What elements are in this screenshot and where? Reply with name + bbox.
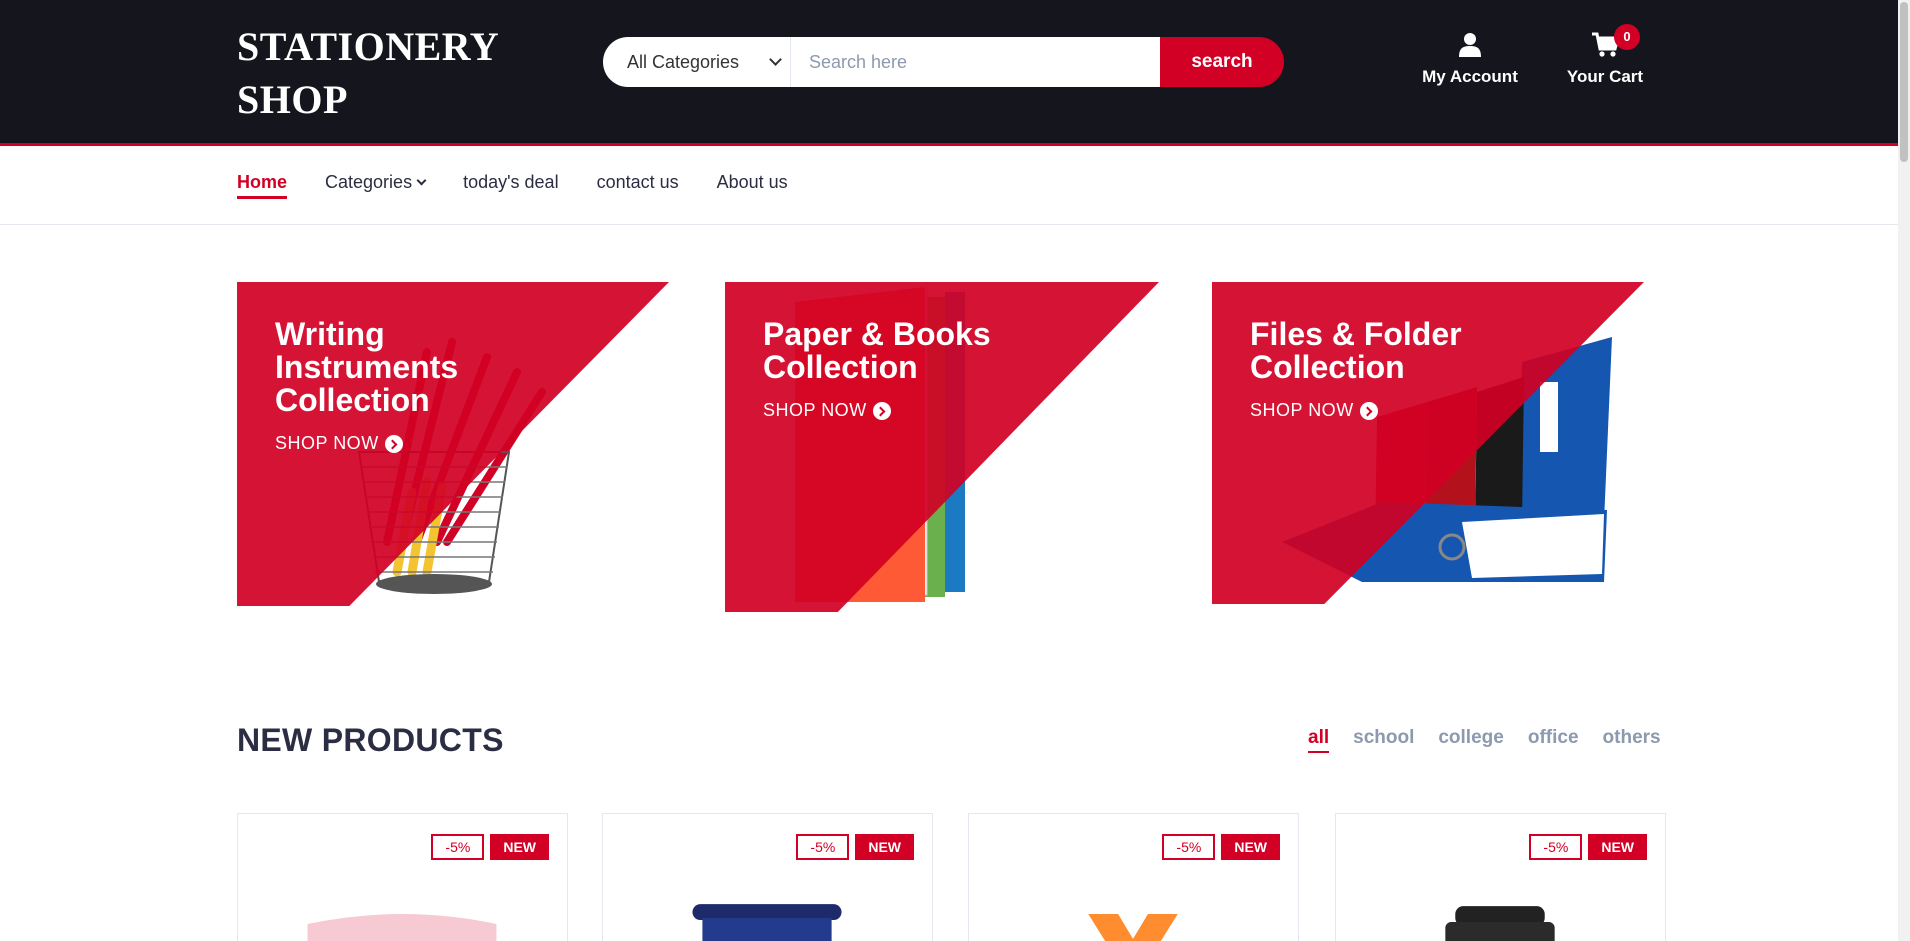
product-card[interactable]: -5% NEW xyxy=(1335,813,1666,941)
your-cart-label: Your Cart xyxy=(1566,67,1644,86)
product-card[interactable]: -5% NEW xyxy=(237,813,568,941)
collection-title: Paper & Books Collection xyxy=(763,316,991,385)
tab-college[interactable]: college xyxy=(1438,727,1503,753)
product-filter-tabs: all school college office others xyxy=(1308,727,1661,753)
arrow-right-icon xyxy=(1359,401,1378,420)
product-image xyxy=(1445,906,1555,941)
shop-now-link[interactable]: SHOP NOW xyxy=(763,400,1023,421)
product-card[interactable]: -5% NEW xyxy=(602,813,933,941)
product-image xyxy=(1088,914,1178,941)
tab-school[interactable]: school xyxy=(1353,727,1414,753)
collection-paper-books[interactable]: Paper & Books Collection SHOP NOW xyxy=(725,282,1159,612)
arrow-right-icon xyxy=(872,401,891,420)
collection-title: Files & Folder Collection xyxy=(1250,316,1462,385)
search-bar: All Categories search xyxy=(603,37,1284,87)
collection-writing-instruments[interactable]: Writing Instruments Collection SHOP NOW xyxy=(237,282,669,606)
scrollbar-thumb[interactable] xyxy=(1900,2,1908,162)
shop-now-link[interactable]: SHOP NOW xyxy=(1250,400,1510,421)
nav-item-contact-us[interactable]: contact us xyxy=(597,172,679,199)
collection-files-folder[interactable]: Files & Folder Collection SHOP NOW xyxy=(1212,282,1644,604)
nav-item-about-us[interactable]: About us xyxy=(717,172,788,199)
new-label: NEW xyxy=(490,834,549,860)
logo[interactable]: STATIONERY SHOP xyxy=(237,20,500,126)
logo-line-1: STATIONERY xyxy=(237,24,500,69)
main-navigation: Home Categories today's deal contact us … xyxy=(0,146,1898,225)
new-label: NEW xyxy=(1588,834,1647,860)
cart-count-badge: 0 xyxy=(1614,24,1640,50)
tab-office[interactable]: office xyxy=(1528,727,1579,753)
shop-now-link[interactable]: SHOP NOW xyxy=(275,433,535,454)
page-scrollbar[interactable] xyxy=(1898,0,1910,941)
sale-label: -5% xyxy=(1162,834,1216,860)
product-card[interactable]: -5% NEW xyxy=(968,813,1299,941)
chevron-down-icon xyxy=(416,175,427,186)
collection-title: Writing Instruments Collection xyxy=(275,316,459,418)
category-select[interactable]: All Categories xyxy=(603,37,791,87)
new-label: NEW xyxy=(855,834,914,860)
sale-label: -5% xyxy=(796,834,850,860)
nav-item-todays-deal[interactable]: today's deal xyxy=(463,172,559,199)
tab-all[interactable]: all xyxy=(1308,727,1330,753)
arrow-right-icon xyxy=(384,434,403,453)
sale-label: -5% xyxy=(1529,834,1583,860)
logo-line-2: SHOP xyxy=(237,77,348,122)
sale-label: -5% xyxy=(431,834,485,860)
product-image xyxy=(307,914,497,941)
search-button[interactable]: search xyxy=(1160,37,1284,87)
product-image xyxy=(692,904,842,941)
top-header: STATIONERY SHOP All Categories search My… xyxy=(0,0,1898,146)
nav-item-categories[interactable]: Categories xyxy=(325,172,427,199)
chevron-down-icon xyxy=(769,53,782,66)
new-label: NEW xyxy=(1221,834,1280,860)
user-icon xyxy=(1459,33,1481,57)
your-cart-link[interactable]: 0 Your Cart xyxy=(1566,24,1644,87)
category-select-value: All Categories xyxy=(627,51,740,72)
my-account-link[interactable]: My Account xyxy=(1414,32,1526,87)
my-account-label: My Account xyxy=(1422,67,1518,86)
search-input[interactable] xyxy=(791,37,1160,87)
tab-others[interactable]: others xyxy=(1603,727,1661,753)
nav-item-home[interactable]: Home xyxy=(237,172,288,199)
new-products-title: NEW PRODUCTS xyxy=(237,722,504,758)
